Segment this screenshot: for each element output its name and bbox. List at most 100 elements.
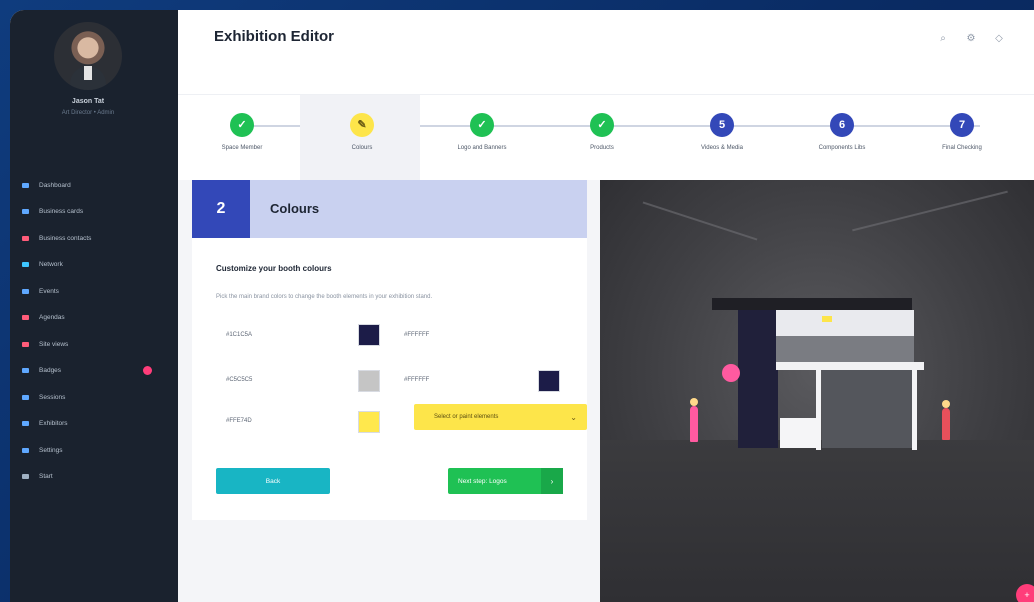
sidebar-item-label: Sessions [39, 393, 66, 401]
sidebar-item-events[interactable]: Events [10, 278, 178, 305]
step-number: 5 [710, 113, 734, 137]
color-swatch-text[interactable] [538, 370, 560, 392]
chevron-down-icon: ⌄ [570, 412, 577, 422]
contacts-icon [22, 235, 29, 241]
booth-decoration [722, 364, 740, 382]
settings-icon [22, 447, 29, 453]
sidebar-item-badges[interactable]: Badges [10, 358, 178, 385]
sidebar-item-agendas[interactable]: Agendas [10, 305, 178, 332]
sidebar-item-label: Badges [39, 367, 62, 375]
network-icon [22, 262, 29, 268]
element-select[interactable]: Select or paint elements ⌄ [414, 404, 587, 430]
notification-icon[interactable]: ◇ [992, 32, 1006, 46]
next-step-button[interactable]: Next step: Logos › [448, 468, 563, 494]
booth-counter [780, 418, 820, 448]
next-step-label: Next step: Logos [458, 477, 507, 485]
sidebar-nav: Dashboard Business cards Business contac… [10, 172, 178, 490]
step-number-badge: 2 [192, 180, 250, 238]
help-badge[interactable]: + [1016, 584, 1034, 602]
views-icon [22, 341, 29, 347]
booth-sign [776, 310, 914, 336]
booth-preview[interactable]: + [600, 180, 1034, 602]
sidebar-item-sessions[interactable]: Sessions [10, 384, 178, 411]
events-icon [22, 288, 29, 294]
element-select-value: Select or paint elements [434, 414, 499, 420]
booth-wall [738, 310, 778, 448]
sidebar-item-business-contacts[interactable]: Business contacts [10, 225, 178, 252]
arrow-right-icon: › [541, 468, 563, 494]
step-components[interactable]: 6 Components Libs [780, 95, 900, 181]
avatar[interactable] [54, 22, 122, 90]
step-number: 7 [950, 113, 974, 137]
sidebar-item-business-cards[interactable]: Business cards [10, 199, 178, 226]
user-name: Jason Tat [71, 98, 105, 105]
sidebar-item-label: Agendas [39, 314, 65, 322]
top-bar: Exhibition Editor ⌕ ⚙ ◇ [178, 10, 1034, 94]
sidebar: Jason Tat Art Director • Admin Dashboard… [10, 10, 178, 602]
step-label: Videos & Media [701, 145, 743, 151]
sidebar-item-start[interactable]: Start [10, 464, 178, 491]
settings-icon[interactable]: ⚙ [964, 32, 978, 46]
badge-icon [22, 368, 29, 374]
avatar-collar [84, 66, 92, 80]
sidebar-item-label: Site views [39, 340, 69, 348]
main-content: Exhibition Editor ⌕ ⚙ ◇ ✓ Space Member ✎… [178, 10, 1034, 602]
exhibition-booth[interactable] [712, 298, 924, 458]
floor [600, 440, 1034, 602]
color-swatch-primary[interactable] [358, 324, 380, 346]
color-swatch-highlight[interactable] [358, 411, 380, 433]
color-swatch-accent[interactable] [358, 370, 380, 392]
sidebar-item-label: Start [39, 473, 53, 481]
sidebar-item-site-views[interactable]: Site views [10, 331, 178, 358]
sidebar-item-settings[interactable]: Settings [10, 437, 178, 464]
ceiling-beam [642, 201, 758, 241]
visitor-head [942, 400, 950, 408]
color-label-primary: #1C1C5A [226, 332, 253, 338]
step-label: Final Checking [942, 145, 982, 151]
step-label: Colours [351, 145, 373, 151]
booth-logo [822, 316, 832, 322]
color-label-highlight: #FFE74D [226, 418, 252, 424]
search-icon[interactable]: ⌕ [936, 32, 950, 46]
section-description: Pick the main brand colors to change the… [216, 294, 433, 300]
color-label-secondary: #FFFFFF [404, 332, 430, 338]
color-label-text: #FFFFFF [404, 377, 430, 383]
panel-header: 2 Colours [192, 180, 587, 238]
booth-pillar [912, 370, 917, 450]
step-colours[interactable]: ✎ Colours [300, 95, 420, 181]
page-title: Exhibition Editor [214, 28, 334, 45]
panel-title: Colours [270, 201, 320, 216]
visitor-head [690, 398, 698, 406]
agenda-icon [22, 315, 29, 321]
progress-stepper: ✓ Space Member ✎ Colours ✓ Logo and Bann… [178, 94, 1034, 181]
step-videos-media[interactable]: 5 Videos & Media [660, 95, 780, 181]
step-edit-icon: ✎ [350, 113, 374, 137]
visitor-figure [690, 406, 698, 442]
step-label: Products [590, 145, 614, 151]
notification-dot [143, 366, 152, 376]
step-final-checking[interactable]: 7 Final Checking [900, 95, 1020, 181]
sidebar-item-label: Network [39, 261, 63, 269]
sidebar-item-label: Business contacts [39, 234, 92, 242]
sidebar-item-exhibitors[interactable]: Exhibitors [10, 411, 178, 438]
color-label-accent: #C5C5C5 [226, 377, 253, 383]
booth-roof [712, 298, 912, 310]
ceiling-beam [852, 190, 1008, 232]
sidebar-item-network[interactable]: Network [10, 252, 178, 279]
back-button-label: Back [265, 477, 281, 485]
colours-panel: 2 Colours Customize your booth colours P… [192, 180, 587, 520]
top-icons: ⌕ ⚙ ◇ [936, 32, 1006, 46]
user-role: Art Director • Admin [61, 110, 115, 116]
back-button[interactable]: Back [216, 468, 330, 494]
step-space-member[interactable]: ✓ Space Member [180, 95, 300, 181]
step-logo-banners[interactable]: ✓ Logo and Banners [420, 95, 540, 181]
section-title: Customize your booth colours [216, 264, 332, 273]
sidebar-item-label: Exhibitors [39, 420, 68, 428]
sidebar-item-dashboard[interactable]: Dashboard [10, 172, 178, 199]
step-products[interactable]: ✓ Products [540, 95, 660, 181]
step-check-icon: ✓ [470, 113, 494, 137]
sidebar-item-label: Dashboard [39, 181, 71, 189]
card-icon [22, 209, 29, 215]
booth-lower-level [822, 370, 914, 448]
dashboard-icon [22, 182, 29, 188]
